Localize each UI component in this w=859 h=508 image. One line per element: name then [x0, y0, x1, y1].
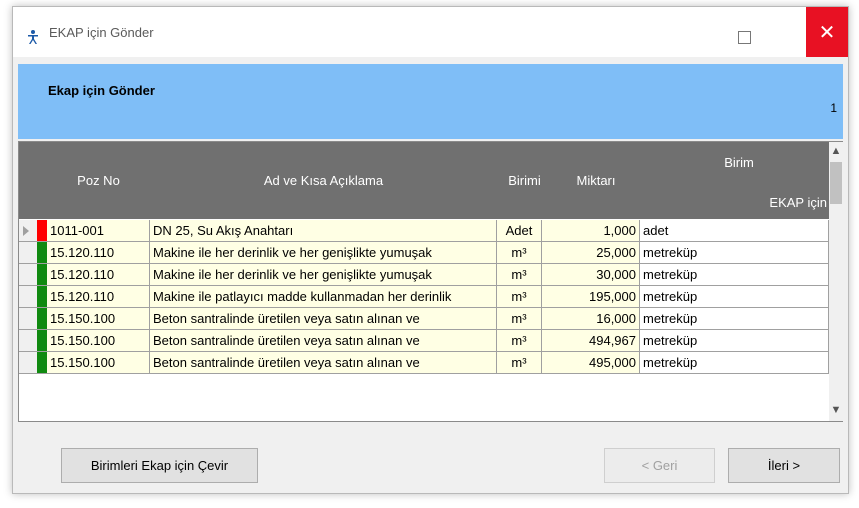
status-marker: [37, 352, 47, 374]
status-marker: [37, 264, 47, 286]
cell-miktar[interactable]: 1,000: [542, 220, 640, 242]
table-row[interactable]: 15.120.110 Makine ile her derinlik ve he…: [19, 264, 829, 286]
maximize-icon: [737, 30, 751, 44]
table-row[interactable]: 15.150.100 Beton santralinde üretilen ve…: [19, 308, 829, 330]
row-selector[interactable]: [19, 286, 37, 308]
cell-ad[interactable]: Makine ile her derinlik ve her genişlikt…: [150, 242, 497, 264]
grid-header: Poz No Ad ve Kısa Açıklama Birimi Miktar…: [19, 142, 829, 219]
cell-birimi[interactable]: m³: [497, 286, 542, 308]
status-marker: [37, 308, 47, 330]
cell-miktar[interactable]: 495,000: [542, 352, 640, 374]
page-number: 1: [830, 101, 837, 115]
vertical-scrollbar[interactable]: ▲ ▼: [829, 142, 843, 421]
cell-miktar[interactable]: 16,000: [542, 308, 640, 330]
cell-birimi[interactable]: m³: [497, 308, 542, 330]
cell-poz[interactable]: 15.120.110: [47, 286, 150, 308]
cell-ad[interactable]: Beton santralinde üretilen veya satın al…: [150, 308, 497, 330]
table-row[interactable]: 15.150.100 Beton santralinde üretilen ve…: [19, 330, 829, 352]
cell-ekap-birim[interactable]: metreküp: [640, 242, 829, 264]
cell-ekap-birim[interactable]: metreküp: [640, 330, 829, 352]
cell-ekap-birim[interactable]: metreküp: [640, 286, 829, 308]
dialog-window: EKAP için Gönder ✕ Ekap için Gönder 1 Po…: [12, 6, 849, 494]
cell-birimi[interactable]: Adet: [497, 220, 542, 242]
cell-birimi[interactable]: m³: [497, 352, 542, 374]
current-row-indicator-icon: [23, 226, 29, 236]
status-marker: [37, 286, 47, 308]
maximize-button[interactable]: [720, 17, 768, 57]
cell-miktar[interactable]: 195,000: [542, 286, 640, 308]
cell-poz[interactable]: 1011-001: [47, 220, 150, 242]
row-selector[interactable]: [19, 330, 37, 352]
status-marker: [37, 220, 47, 242]
next-button[interactable]: İleri >: [728, 448, 840, 483]
close-icon: ✕: [818, 21, 836, 44]
app-person-icon: [28, 30, 38, 44]
column-header-ad[interactable]: Ad ve Kısa Açıklama: [150, 142, 497, 219]
cell-birimi[interactable]: m³: [497, 264, 542, 286]
close-button[interactable]: ✕: [806, 7, 848, 57]
cell-ekap-birim[interactable]: metreküp: [640, 308, 829, 330]
cell-poz[interactable]: 15.120.110: [47, 264, 150, 286]
cell-ad[interactable]: DN 25, Su Akış Anahtarı: [150, 220, 497, 242]
cell-miktar[interactable]: 30,000: [542, 264, 640, 286]
cell-ad[interactable]: Makine ile patlayıcı madde kullanmadan h…: [150, 286, 497, 308]
scroll-down-icon[interactable]: ▼: [829, 404, 843, 418]
row-selector[interactable]: [19, 264, 37, 286]
column-header-poz[interactable]: Poz No: [47, 142, 150, 219]
table-row[interactable]: 15.120.110 Makine ile patlayıcı madde ku…: [19, 286, 829, 308]
cell-ad[interactable]: Makine ile her derinlik ve her genişlikt…: [150, 264, 497, 286]
cell-ekap-birim[interactable]: adet: [640, 220, 829, 242]
row-selector[interactable]: [19, 352, 37, 374]
cell-poz[interactable]: 15.150.100: [47, 330, 150, 352]
row-selector[interactable]: [19, 220, 37, 242]
column-header-birimi[interactable]: Birimi: [497, 142, 552, 219]
row-selector[interactable]: [19, 308, 37, 330]
table-row[interactable]: 15.120.110 Makine ile her derinlik ve he…: [19, 242, 829, 264]
cell-miktar[interactable]: 25,000: [542, 242, 640, 264]
cell-ekap-birim[interactable]: metreküp: [640, 352, 829, 374]
cell-poz[interactable]: 15.150.100: [47, 352, 150, 374]
column-header-birim[interactable]: Birim: [649, 155, 829, 170]
cell-ekap-birim[interactable]: metreküp: [640, 264, 829, 286]
items-grid[interactable]: Poz No Ad ve Kısa Açıklama Birimi Miktar…: [18, 141, 843, 422]
status-marker: [37, 330, 47, 352]
header-panel: Ekap için Gönder 1: [18, 64, 843, 139]
scroll-up-icon[interactable]: ▲: [829, 145, 843, 159]
cell-ad[interactable]: Beton santralinde üretilen veya satın al…: [150, 352, 497, 374]
cell-poz[interactable]: 15.150.100: [47, 308, 150, 330]
column-header-miktar[interactable]: Miktarı: [552, 142, 640, 219]
header-title: Ekap için Gönder: [48, 83, 155, 98]
window-title: EKAP için Gönder: [49, 25, 154, 40]
convert-units-button[interactable]: Birimleri Ekap için Çevir: [61, 448, 258, 483]
table-row[interactable]: 1011-001 DN 25, Su Akış Anahtarı Adet 1,…: [19, 220, 829, 242]
column-header-ekap[interactable]: EKAP için: [649, 195, 827, 210]
table-row[interactable]: 15.150.100 Beton santralinde üretilen ve…: [19, 352, 829, 374]
cell-poz[interactable]: 15.120.110: [47, 242, 150, 264]
status-marker: [37, 242, 47, 264]
cell-miktar[interactable]: 494,967: [542, 330, 640, 352]
scroll-thumb[interactable]: [830, 162, 842, 204]
cell-birimi[interactable]: m³: [497, 330, 542, 352]
back-button[interactable]: < Geri: [604, 448, 715, 483]
cell-birimi[interactable]: m³: [497, 242, 542, 264]
cell-ad[interactable]: Beton santralinde üretilen veya satın al…: [150, 330, 497, 352]
row-selector[interactable]: [19, 242, 37, 264]
title-bar: EKAP için Gönder ✕: [13, 7, 848, 57]
